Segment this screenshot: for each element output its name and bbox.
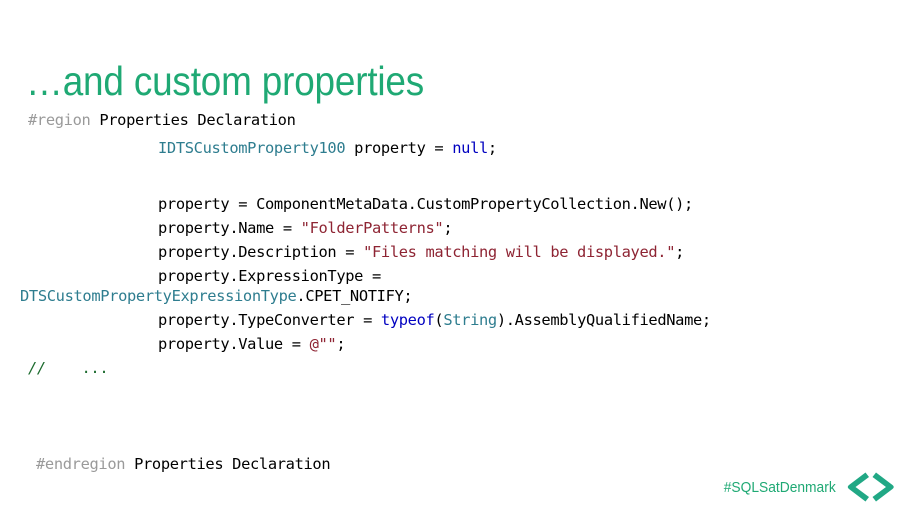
code-token: IDTSCustomProperty100 (158, 139, 346, 157)
angle-brackets-logo-icon (847, 472, 894, 502)
code-token: Properties Declaration (90, 111, 296, 129)
code-token: // (28, 359, 46, 377)
code-token: @"" (309, 335, 337, 353)
code-token: .CPET_NOTIFY; (296, 287, 413, 305)
code-line-assign-typeconverter: property.TypeConverter = typeof(String).… (158, 308, 711, 332)
code-token: ... (81, 359, 109, 377)
code-line-assign-description: property.Description = "Files matching w… (158, 240, 684, 264)
code-line-comment-ellipsis: // ... (28, 356, 109, 380)
code-line-region-close: #endregion Properties Declaration (36, 452, 331, 476)
code-token: DTSCustomPropertyExpressionType (20, 287, 297, 305)
code-line-declare-property: IDTSCustomProperty100 property = null; (158, 136, 497, 160)
code-token: property.TypeConverter = (158, 311, 381, 329)
code-token: null (452, 139, 488, 157)
code-token: ; (675, 243, 685, 261)
code-token: ; (336, 335, 346, 353)
code-token: ; (487, 139, 497, 157)
code-token: ( (434, 311, 444, 329)
footer-branding: #SQLSatDenmark (714, 470, 899, 504)
code-token: Properties Declaration (125, 455, 331, 473)
code-token: typeof (380, 311, 435, 329)
code-token: property.Name = (158, 219, 301, 237)
code-token: property = ComponentMetaData.CustomPrope… (158, 195, 693, 213)
code-token: #region (28, 111, 91, 129)
code-line-assign-name: property.Name = "FolderPatterns"; (158, 216, 453, 240)
code-token: ; (443, 219, 453, 237)
code-token: property.Value = (158, 335, 310, 353)
code-token: "FolderPatterns" (300, 219, 444, 237)
code-token: property = (345, 139, 453, 157)
code-snippet: #region Properties Declaration IDTSCustom… (0, 108, 907, 473)
code-token: property.ExpressionType = (158, 267, 381, 285)
code-token: "Files matching will be displayed." (363, 243, 676, 261)
code-line-assign-value: property.Value = @""; (158, 332, 346, 356)
code-line-assign-new: property = ComponentMetaData.CustomPrope… (158, 192, 693, 216)
page-title: …and custom properties (26, 58, 425, 105)
code-line-assign-expressiontype-part2: DTSCustomPropertyExpressionType.CPET_NOT… (20, 284, 413, 308)
code-token: property.Description = (158, 243, 364, 261)
code-token: ).AssemblyQualifiedName; (496, 311, 711, 329)
code-token: #endregion (36, 455, 126, 473)
code-line-region-open: #region Properties Declaration (28, 108, 296, 132)
event-hashtag: #SQLSatDenmark (724, 478, 836, 496)
slide-canvas: …and custom properties #region Propertie… (0, 0, 907, 510)
code-token: String (443, 311, 497, 329)
